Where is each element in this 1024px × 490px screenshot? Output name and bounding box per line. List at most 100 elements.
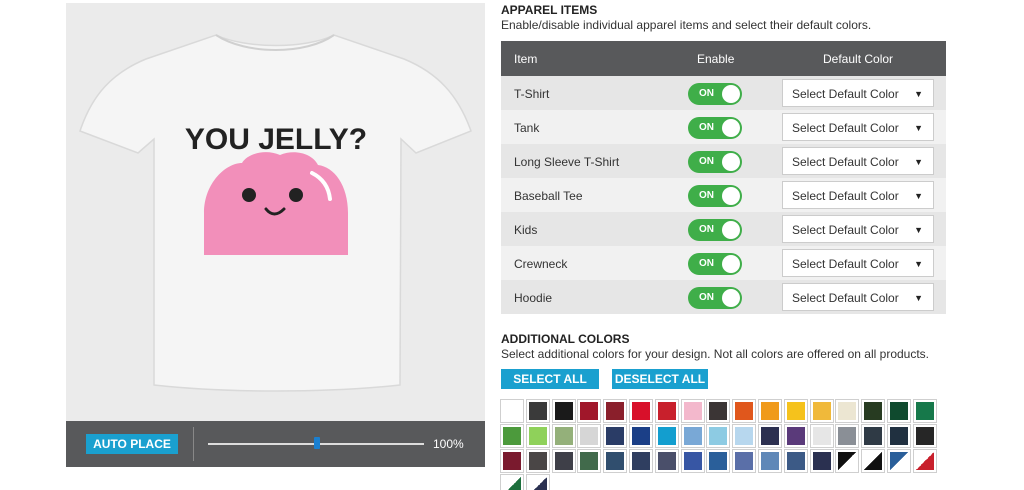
enable-toggle[interactable]: ON (688, 219, 742, 241)
default-color-value: Select Default Color (792, 257, 899, 271)
color-swatch[interactable] (706, 399, 730, 423)
apparel-row: Baseball Tee ON Select Default Color ▼ (501, 178, 946, 212)
color-swatch[interactable] (784, 424, 808, 448)
color-swatch[interactable] (887, 449, 911, 473)
default-color-select[interactable]: Select Default Color ▼ (782, 215, 934, 243)
color-swatch[interactable] (500, 449, 524, 473)
col-enable: Enable (697, 52, 735, 66)
apparel-row: Tank ON Select Default Color ▼ (501, 110, 946, 144)
toggle-knob (722, 221, 740, 239)
apparel-row: Hoodie ON Select Default Color ▼ (501, 280, 946, 314)
color-swatch[interactable] (500, 474, 524, 490)
color-swatch[interactable] (552, 399, 576, 423)
default-color-select[interactable]: Select Default Color ▼ (782, 79, 934, 107)
enable-toggle[interactable]: ON (688, 253, 742, 275)
color-swatch[interactable] (655, 399, 679, 423)
color-swatch[interactable] (835, 424, 859, 448)
enable-toggle[interactable]: ON (688, 185, 742, 207)
apparel-item-label: Kids (514, 223, 538, 237)
deselect-all-button[interactable]: DESELECT ALL (612, 369, 708, 389)
toggle-knob (722, 119, 740, 137)
color-swatch[interactable] (526, 474, 550, 490)
toggle-state: ON (699, 292, 714, 303)
enable-toggle[interactable]: ON (688, 117, 742, 139)
color-swatch[interactable] (835, 449, 859, 473)
color-swatch[interactable] (577, 424, 601, 448)
auto-place-button[interactable]: AUTO PLACE (86, 434, 178, 454)
color-swatch[interactable] (681, 399, 705, 423)
color-swatch[interactable] (500, 399, 524, 423)
apparel-row: T-Shirt ON Select Default Color ▼ (501, 76, 946, 110)
color-swatch[interactable] (629, 449, 653, 473)
color-swatch[interactable] (810, 399, 834, 423)
apparel-item-label: Baseball Tee (514, 189, 583, 203)
additional-colors-title: ADDITIONAL COLORS (501, 332, 630, 346)
caret-down-icon: ▼ (914, 191, 923, 201)
color-swatch[interactable] (526, 399, 550, 423)
enable-toggle[interactable]: ON (688, 83, 742, 105)
color-swatch[interactable] (552, 424, 576, 448)
enable-toggle[interactable]: ON (688, 151, 742, 173)
default-color-select[interactable]: Select Default Color ▼ (782, 113, 934, 141)
color-swatch[interactable] (861, 399, 885, 423)
color-swatch[interactable] (784, 449, 808, 473)
color-swatch[interactable] (810, 424, 834, 448)
color-swatch[interactable] (629, 399, 653, 423)
color-swatch[interactable] (732, 449, 756, 473)
zoom-slider-handle[interactable] (314, 437, 320, 449)
select-all-button[interactable]: SELECT ALL (501, 369, 599, 389)
caret-down-icon: ▼ (914, 293, 923, 303)
color-swatch[interactable] (732, 399, 756, 423)
default-color-select[interactable]: Select Default Color ▼ (782, 181, 934, 209)
default-color-select[interactable]: Select Default Color ▼ (782, 283, 934, 311)
color-swatch[interactable] (887, 424, 911, 448)
color-swatch[interactable] (732, 424, 756, 448)
color-swatch[interactable] (758, 449, 782, 473)
color-swatch[interactable] (681, 424, 705, 448)
color-swatch[interactable] (577, 399, 601, 423)
color-swatch[interactable] (629, 424, 653, 448)
enable-toggle[interactable]: ON (688, 287, 742, 309)
apparel-item-label: Long Sleeve T-Shirt (514, 155, 620, 169)
color-swatch[interactable] (913, 424, 937, 448)
color-swatch[interactable] (913, 399, 937, 423)
color-swatch[interactable] (861, 449, 885, 473)
color-swatch[interactable] (526, 424, 550, 448)
apparel-table-header: Item Enable Default Color (501, 41, 946, 76)
color-swatch[interactable] (526, 449, 550, 473)
color-swatch[interactable] (655, 424, 679, 448)
color-swatch[interactable] (603, 399, 627, 423)
default-color-value: Select Default Color (792, 189, 899, 203)
preview-toolbar: AUTO PLACE 100% (66, 421, 485, 467)
tshirt-image: YOU JELLY? (79, 34, 472, 392)
color-swatch[interactable] (681, 449, 705, 473)
product-preview: YOU JELLY? (66, 3, 485, 421)
color-swatch[interactable] (887, 399, 911, 423)
color-swatch[interactable] (706, 424, 730, 448)
color-swatch[interactable] (603, 424, 627, 448)
color-swatch[interactable] (552, 449, 576, 473)
color-swatch[interactable] (810, 449, 834, 473)
color-swatch[interactable] (758, 399, 782, 423)
color-swatch[interactable] (758, 424, 782, 448)
default-color-value: Select Default Color (792, 155, 899, 169)
color-swatch[interactable] (861, 424, 885, 448)
apparel-row: Kids ON Select Default Color ▼ (501, 212, 946, 246)
default-color-select[interactable]: Select Default Color ▼ (782, 147, 934, 175)
color-swatch[interactable] (500, 424, 524, 448)
design-text: YOU JELLY? (185, 123, 367, 156)
default-color-value: Select Default Color (792, 121, 899, 135)
default-color-value: Select Default Color (792, 223, 899, 237)
design-settings-page: YOU JELLY? AUTO PLACE 100% APPAREL ITEMS… (0, 0, 1024, 490)
default-color-select[interactable]: Select Default Color ▼ (782, 249, 934, 277)
color-swatch[interactable] (913, 449, 937, 473)
color-swatch[interactable] (835, 399, 859, 423)
color-swatch[interactable] (706, 449, 730, 473)
caret-down-icon: ▼ (914, 225, 923, 235)
apparel-title: APPAREL ITEMS (501, 3, 598, 17)
apparel-subtitle: Enable/disable individual apparel items … (501, 18, 872, 32)
color-swatch[interactable] (577, 449, 601, 473)
color-swatch[interactable] (784, 399, 808, 423)
color-swatch[interactable] (603, 449, 627, 473)
color-swatch[interactable] (655, 449, 679, 473)
